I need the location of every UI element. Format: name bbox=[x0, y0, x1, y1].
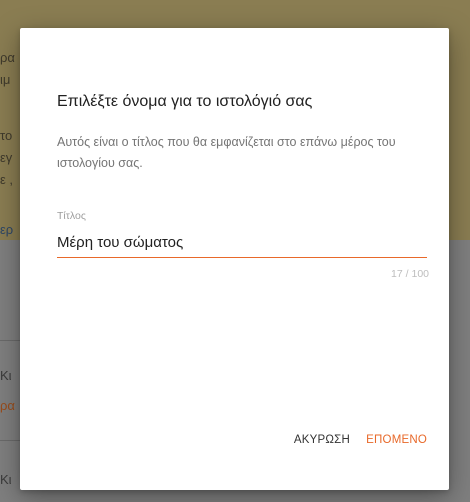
dialog-title: Επιλέξτε όνομα για το ιστολόγιό σας bbox=[57, 93, 313, 110]
title-field-underline bbox=[57, 257, 427, 258]
cancel-button[interactable]: ΑΚΥΡΩΣΗ bbox=[292, 430, 352, 450]
background-text-fragment: ρα bbox=[0, 50, 15, 65]
blog-name-dialog: Επιλέξτε όνομα για το ιστολόγιό σας Αυτό… bbox=[20, 28, 449, 490]
dialog-description: Αυτός είναι ο τίτλος που θα εμφανίζεται … bbox=[57, 135, 396, 170]
next-button[interactable]: ΕΠΟΜΕΝΟ bbox=[364, 430, 429, 450]
character-counter: 17 / 100 bbox=[391, 268, 429, 280]
title-field-label: Τίτλος bbox=[57, 210, 86, 222]
background-text-fragment: Κι bbox=[0, 472, 12, 487]
background-text-fragment: το bbox=[0, 128, 13, 143]
blog-title-input[interactable] bbox=[57, 231, 427, 253]
background-text-fragment: Κι bbox=[0, 368, 12, 383]
background-text-fragment: εγ bbox=[0, 150, 13, 165]
background-text-fragment: ρα bbox=[0, 398, 15, 413]
background-text-fragment: ιμ bbox=[0, 72, 11, 87]
background-text-fragment: ε , bbox=[0, 172, 14, 187]
background-link-fragment: ερ bbox=[0, 222, 14, 237]
